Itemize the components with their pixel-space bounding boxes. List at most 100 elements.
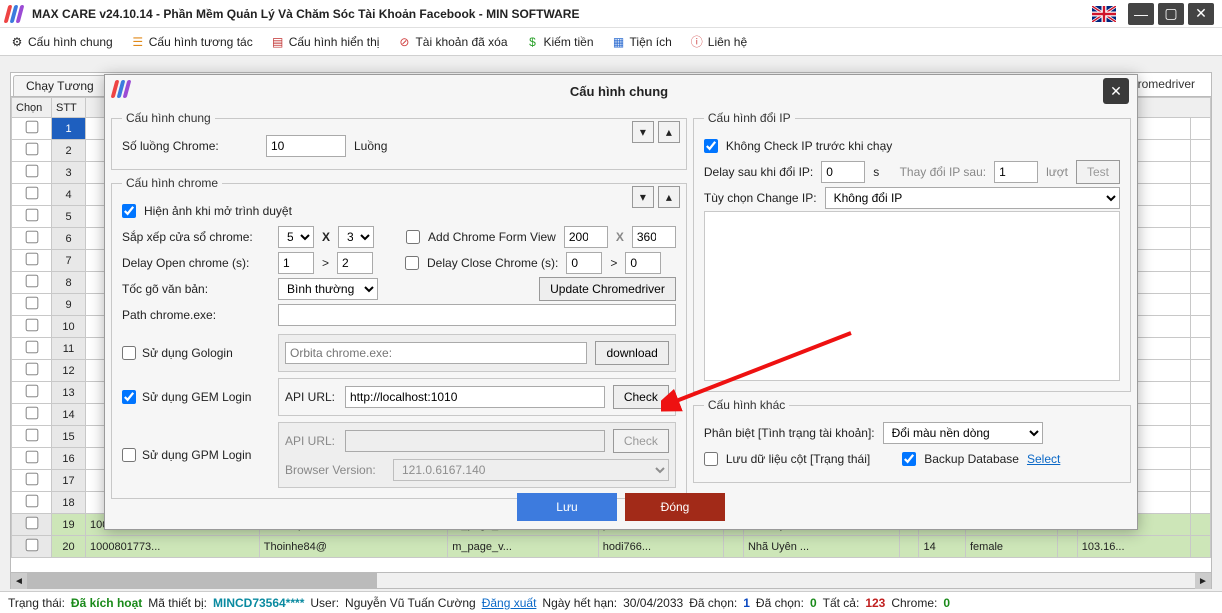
threads-input[interactable]	[266, 135, 346, 157]
flag-icon[interactable]	[1092, 6, 1116, 22]
browser-version-label: Browser Version:	[285, 463, 385, 477]
fieldset-other: Cấu hình khác Phân biệt [Tình trạng tài …	[693, 398, 1131, 483]
chevron-up-icon[interactable]: ▴	[658, 121, 680, 143]
update-chromedriver-button[interactable]: Update Chromedriver	[539, 277, 676, 301]
trash-icon: ⊘	[397, 35, 411, 49]
row-checkbox[interactable]	[25, 143, 38, 156]
toolbar-display[interactable]: ▤Cấu hình hiển thị	[271, 35, 380, 49]
scroll-left-icon[interactable]: ◄	[11, 573, 27, 589]
nocheck-ip-label: Không Check IP trước khi chạy	[726, 139, 892, 153]
delay-open-a[interactable]	[278, 252, 314, 274]
row-checkbox[interactable]	[25, 187, 38, 200]
delay-close-b[interactable]	[625, 252, 661, 274]
check-button[interactable]: Check	[613, 385, 669, 409]
row-checkbox[interactable]	[25, 341, 38, 354]
chevron-up-icon[interactable]: ▴	[658, 186, 680, 208]
api-url-input[interactable]	[345, 386, 605, 408]
row-checkbox[interactable]	[25, 407, 38, 420]
toolbar-util[interactable]: ▦Tiện ích	[612, 35, 672, 49]
row-checkbox[interactable]	[25, 517, 38, 530]
api-url2-label: API URL:	[285, 434, 337, 448]
row-checkbox[interactable]	[25, 451, 38, 464]
toolbar-general[interactable]: ⚙Cấu hình chung	[10, 35, 113, 49]
row-checkbox[interactable]	[25, 319, 38, 332]
status-expire: 30/04/2033	[623, 596, 683, 610]
row-checkbox[interactable]	[25, 121, 38, 134]
info-icon: ⓘ	[690, 35, 704, 49]
row-checkbox[interactable]	[25, 253, 38, 266]
delay-open-b[interactable]	[337, 252, 373, 274]
chromedriver-label[interactable]: romedriver	[1138, 77, 1195, 91]
toolbar-earn[interactable]: $Kiếm tiền	[526, 35, 594, 49]
gem-login-checkbox[interactable]	[122, 390, 136, 404]
title-bar: MAX CARE v24.10.14 - Phần Mềm Quản Lý Và…	[0, 0, 1222, 28]
threads-label: Số luồng Chrome:	[122, 139, 258, 153]
gologin-label: Sử dụng Gologin	[142, 346, 233, 360]
row-checkbox[interactable]	[25, 297, 38, 310]
toolbar-general-label: Cấu hình chung	[28, 35, 113, 49]
arrange-cols-select[interactable]: 5	[278, 226, 314, 248]
delay-close-label: Delay Close Chrome (s):	[427, 256, 558, 270]
delay-close-checkbox[interactable]	[405, 256, 419, 270]
ip-options-area	[704, 211, 1120, 381]
path-chrome-label: Path chrome.exe:	[122, 308, 270, 322]
row-checkbox[interactable]	[25, 165, 38, 178]
row-checkbox[interactable]	[25, 209, 38, 222]
row-checkbox[interactable]	[25, 429, 38, 442]
arrange-rows-select[interactable]: 3	[338, 226, 374, 248]
row-checkbox[interactable]	[25, 539, 38, 552]
show-image-checkbox[interactable]	[122, 204, 136, 218]
row-checkbox[interactable]	[25, 495, 38, 508]
row-checkbox[interactable]	[25, 231, 38, 244]
toolbar-deleted[interactable]: ⊘Tài khoản đã xóa	[397, 35, 507, 49]
chevron-down-icon[interactable]: ▾	[632, 121, 654, 143]
horizontal-scrollbar[interactable]: ◄ ►	[11, 572, 1211, 588]
formview-label: Add Chrome Form View	[428, 230, 556, 244]
col-select[interactable]: Chọn	[12, 98, 52, 118]
chevron-down-icon[interactable]: ▾	[632, 186, 654, 208]
download-button[interactable]: download	[595, 341, 668, 365]
backup-checkbox[interactable]	[902, 452, 916, 466]
browser-version-select: 121.0.6167.140	[393, 459, 669, 481]
close-window-button[interactable]: ✕	[1188, 3, 1214, 25]
grid-icon: ▦	[612, 35, 626, 49]
test-ip-button[interactable]: Test	[1076, 160, 1120, 184]
gologin-checkbox[interactable]	[122, 346, 136, 360]
legend-ip: Cấu hình đổi IP	[704, 111, 795, 125]
minimize-button[interactable]: —	[1128, 3, 1154, 25]
toolbar-interact[interactable]: ☰Cấu hình tương tác	[131, 35, 253, 49]
table-row[interactable]: 201000801773...Thoinhe84@m_page_v...hodi…	[12, 536, 1211, 558]
row-checkbox[interactable]	[25, 473, 38, 486]
row-checkbox[interactable]	[25, 275, 38, 288]
form-h-input[interactable]	[632, 226, 676, 248]
logout-link[interactable]: Đăng xuất	[482, 596, 537, 610]
save-col-checkbox[interactable]	[704, 452, 718, 466]
toolbar-earn-label: Kiếm tiền	[544, 35, 594, 49]
gpm-login-checkbox[interactable]	[122, 448, 136, 462]
maximize-button[interactable]: ▢	[1158, 3, 1184, 25]
diff-select[interactable]: Đổi màu nền dòng	[883, 422, 1043, 444]
save-button[interactable]: Lưu	[517, 493, 617, 521]
nocheck-ip-checkbox[interactable]	[704, 139, 718, 153]
typing-speed-select[interactable]: Bình thường	[278, 278, 378, 300]
row-checkbox[interactable]	[25, 385, 38, 398]
tab-run[interactable]: Chạy Tương	[13, 75, 107, 96]
path-chrome-input[interactable]	[278, 304, 676, 326]
status-user: Nguyễn Vũ Tuấn Cường	[345, 596, 476, 610]
form-w-input[interactable]	[564, 226, 608, 248]
close-button[interactable]: Đóng	[625, 493, 725, 521]
delay-ip-input[interactable]	[821, 161, 865, 183]
ip-threshold-input[interactable]	[994, 161, 1038, 183]
formview-checkbox[interactable]	[406, 230, 420, 244]
threads-unit: Luồng	[354, 139, 387, 153]
delay-close-a[interactable]	[566, 252, 602, 274]
scroll-right-icon[interactable]: ►	[1195, 573, 1211, 589]
gem-login-label: Sử dụng GEM Login	[142, 390, 251, 404]
row-checkbox[interactable]	[25, 363, 38, 376]
toolbar-contact[interactable]: ⓘLiên hệ	[690, 35, 747, 49]
select-backup-link[interactable]: Select	[1027, 452, 1060, 466]
status-bar: Trạng thái: Đã kích hoạt Mã thiết bị: MI…	[0, 591, 1222, 613]
modal-close-button[interactable]: ✕	[1103, 78, 1129, 104]
changeip-select[interactable]: Không đổi IP	[825, 187, 1120, 209]
col-index[interactable]: STT	[52, 98, 86, 118]
